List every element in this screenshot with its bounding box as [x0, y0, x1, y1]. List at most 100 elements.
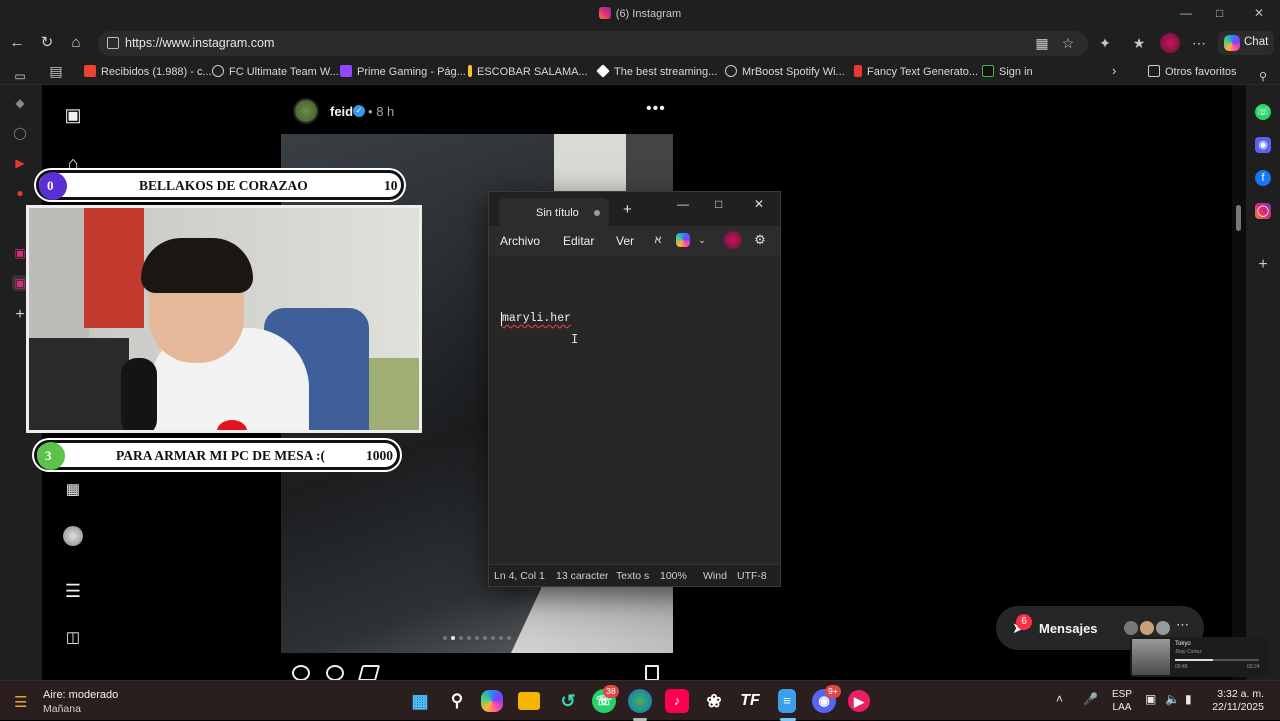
more-options-icon[interactable]: ⋯ — [1191, 35, 1207, 51]
notepad-minimize-icon[interactable]: — — [677, 197, 689, 211]
whatsapp-icon[interactable]: ☏ — [1255, 104, 1271, 120]
refresh-icon[interactable]: ↻ — [38, 34, 56, 52]
post-more-options-icon[interactable]: ••• — [646, 100, 666, 118]
chat-label: Chat — [1244, 36, 1269, 48]
menu-edit[interactable]: Editar — [563, 234, 594, 248]
message-avatar — [1154, 619, 1172, 637]
settings-gear-icon[interactable]: ⚙ — [753, 233, 767, 247]
back-icon[interactable]: ← — [8, 34, 26, 52]
maximize-icon[interactable]: □ — [1216, 6, 1223, 20]
tab-globe-icon[interactable]: ◯ — [12, 125, 28, 141]
browser-title-bar: (6) Instagram — □ ✕ — [0, 0, 1280, 28]
favorite-star-icon[interactable]: ☆ — [1060, 35, 1076, 51]
bookmark-label: Prime Gaming - Pág... — [357, 66, 466, 78]
carousel-dot-active — [451, 636, 455, 640]
bookmark-label: Fancy Text Generato... — [867, 66, 979, 78]
notepad-tab[interactable]: Sin título — [499, 198, 609, 226]
notepad-taskbar-icon[interactable]: ≡ — [778, 689, 796, 713]
network-icon[interactable]: ▣ — [1145, 692, 1156, 706]
post-author-avatar[interactable] — [293, 98, 319, 124]
typeface-icon[interactable]: TF — [738, 689, 762, 713]
file-explorer-icon[interactable] — [518, 692, 540, 710]
tab-favicon-icon[interactable]: ● — [12, 185, 28, 201]
search-icon[interactable]: ⚲ — [1255, 69, 1271, 85]
bookmark-item[interactable]: Recibidos (1.988) - c... — [84, 65, 212, 78]
status-zoom[interactable]: 100% — [660, 570, 687, 582]
system-clock[interactable]: 3:32 a. m. 22/11/2025 — [1210, 688, 1264, 714]
other-favorites-folder[interactable]: Otros favoritos — [1148, 65, 1237, 78]
notepad-close-icon[interactable]: ✕ — [754, 197, 764, 211]
notepad-text-content[interactable]: maryli.her — [502, 312, 571, 325]
instagram-icon[interactable]: ◯ — [1255, 203, 1271, 219]
minimize-icon[interactable]: — — [1180, 6, 1192, 20]
edge-right-sidebar: ⚲ ☏ ◉ f ◯ + — [1246, 71, 1280, 680]
menu-nav-icon[interactable]: ☰ — [62, 580, 84, 602]
show-hidden-icons-chevron-icon[interactable]: ˄ — [1056, 692, 1063, 706]
other-favorites-label: Otros favoritos — [1165, 66, 1237, 78]
tab-favicon-icon[interactable]: ◆ — [12, 95, 28, 111]
carousel-dot — [467, 636, 471, 640]
scrollbar-thumb[interactable] — [1236, 205, 1241, 231]
instagram-logo-icon[interactable]: ▣ — [62, 104, 84, 126]
bookmark-label: Recibidos (1.988) - c... — [101, 66, 212, 78]
bookmark-item[interactable]: MrBoost Spotify Wi... — [725, 65, 845, 78]
chevron-right-icon[interactable]: › — [1112, 63, 1116, 78]
profile-avatar[interactable] — [1160, 33, 1180, 53]
notepad-editor[interactable]: maryli.her I — [489, 256, 780, 564]
url-bar[interactable]: https://www.instagram.com ▦ ☆ — [98, 31, 1088, 56]
app-available-icon[interactable]: ▦ — [1034, 35, 1050, 51]
media-player-icon[interactable]: ▶ — [848, 690, 870, 712]
start-windows-icon[interactable]: ▦ — [408, 689, 432, 713]
bookmark-item[interactable]: Sign in — [982, 65, 1033, 78]
close-icon[interactable]: ✕ — [1254, 6, 1264, 20]
language-code: ESP — [1112, 689, 1133, 700]
bookmark-item[interactable]: FC Ultimate Team W... — [212, 65, 339, 78]
tab-actions-icon[interactable]: ▭ — [12, 68, 28, 84]
favorites-icon[interactable]: ★ — [1131, 35, 1147, 51]
unsaved-dot-icon — [594, 210, 600, 216]
copilot-icon[interactable] — [676, 233, 690, 247]
edge-browser-icon[interactable] — [628, 689, 652, 713]
volume-icon[interactable]: 🔈 — [1165, 692, 1180, 706]
edge-app-icon[interactable]: ↺ — [556, 689, 580, 713]
media-mini-player[interactable]: Tokyo Jhay Cortez 00:48 03:24 — [1130, 637, 1270, 677]
add-app-icon[interactable]: + — [1255, 257, 1271, 273]
notepad-maximize-icon[interactable]: □ — [715, 197, 722, 211]
bookmark-item[interactable]: Prime Gaming - Pág... — [340, 65, 466, 78]
folder-icon — [1148, 65, 1160, 77]
text-format-icon[interactable]: א — [651, 233, 665, 247]
tiktok-icon[interactable]: ♪ — [665, 689, 689, 713]
status-characters: 13 caracteres — [556, 570, 608, 582]
comment-icon[interactable] — [326, 665, 344, 681]
search-icon[interactable]: ⚲ — [445, 689, 469, 713]
microphone-icon[interactable]: 🎤 — [1083, 692, 1098, 706]
language-indicator[interactable]: ESP LAA — [1112, 688, 1132, 714]
more-dots-icon[interactable]: ⋯ — [1176, 617, 1189, 633]
menu-file[interactable]: Archivo — [500, 234, 540, 248]
copilot-icon[interactable] — [481, 690, 503, 712]
bookmark-item[interactable]: The best streaming... — [596, 64, 717, 78]
chevron-down-icon[interactable]: ⌄ — [695, 233, 709, 247]
chatgpt-icon[interactable]: ❀ — [702, 689, 726, 713]
bookmark-item[interactable]: ESCOBAR SALAMA... — [468, 65, 588, 78]
bookmark-item[interactable]: Fancy Text Generato... — [854, 65, 978, 78]
facebook-icon[interactable]: f — [1255, 170, 1271, 186]
tab-youtube-icon[interactable]: ▶ — [12, 155, 28, 171]
post-username[interactable]: feid — [330, 104, 353, 119]
dashboard-nav-icon[interactable]: ▦ — [62, 479, 84, 501]
url-text[interactable]: https://www.instagram.com — [125, 36, 274, 50]
page-scrollbar[interactable] — [1232, 85, 1246, 680]
also-from-meta-icon[interactable]: ◫ — [62, 627, 84, 649]
profile-nav-avatar[interactable] — [63, 526, 83, 546]
discord-icon[interactable]: ◉ — [1255, 137, 1271, 153]
home-icon[interactable]: ⌂ — [67, 34, 85, 52]
new-tab-plus-icon[interactable]: + — [623, 201, 632, 218]
save-bookmark-icon[interactable] — [645, 665, 659, 681]
menu-view[interactable]: Ver — [616, 234, 634, 248]
extensions-icon[interactable]: ✦ — [1097, 35, 1113, 51]
account-avatar[interactable] — [724, 231, 742, 249]
collections-icon[interactable]: ▤ — [48, 63, 64, 79]
battery-icon[interactable]: ▮ — [1185, 692, 1192, 706]
like-heart-icon[interactable] — [292, 665, 310, 681]
copilot-chat-button[interactable]: Chat — [1218, 31, 1274, 55]
